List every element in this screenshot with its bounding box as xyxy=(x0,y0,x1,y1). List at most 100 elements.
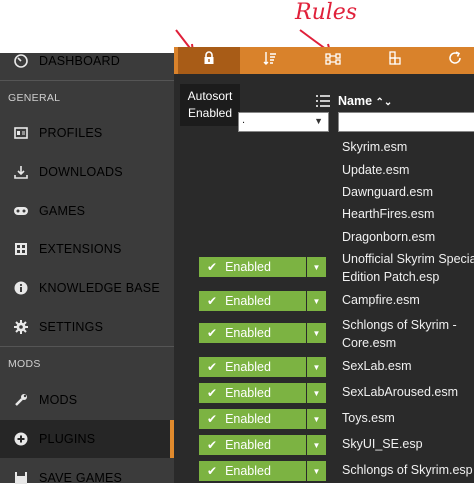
enabled-label: Enabled xyxy=(225,326,271,340)
refresh-icon xyxy=(448,51,462,70)
sidebar-item-label: SETTINGS xyxy=(39,320,104,334)
plugin-name: Dragonborn.esm xyxy=(342,230,436,244)
lock-icon xyxy=(203,51,215,70)
plugin-name: Dawnguard.esm xyxy=(342,185,434,199)
enabled-label: Enabled xyxy=(225,360,271,374)
chevron-down-icon[interactable]: ▼ xyxy=(307,257,326,277)
sidebar-item-label: DOWNLOADS xyxy=(39,165,123,179)
plugin-name: SkyUI_SE.esp xyxy=(342,437,423,451)
check-icon: ✔ xyxy=(207,464,218,478)
enabled-toggle-button[interactable]: ✔ Enabled ▼ xyxy=(199,383,326,403)
plugin-name: SexLabAroused.esm xyxy=(342,385,459,399)
plugin-name: Update.esm xyxy=(342,163,410,177)
status-filter-select[interactable]: . ▼ xyxy=(238,112,329,132)
sidebar-item-knowledge-base[interactable]: KNOWLEDGE BASE xyxy=(0,269,174,307)
name-filter-input[interactable] xyxy=(338,112,474,132)
puzzle-icon xyxy=(389,51,401,70)
list-icon xyxy=(316,95,330,110)
divider xyxy=(0,80,174,81)
sidebar-item-label: MODS xyxy=(39,393,78,407)
sort-icon xyxy=(263,51,277,70)
plugin-name-line2: Edition Patch.esp xyxy=(342,270,440,284)
sidebar-item-profiles[interactable]: PROFILES xyxy=(0,114,174,152)
name-column-header[interactable]: Name ⌃⌄ xyxy=(338,94,392,108)
sidebar-item-downloads[interactable]: DOWNLOADS xyxy=(0,153,174,191)
sidebar-item-label: PROFILES xyxy=(39,126,103,140)
enabled-label: Enabled xyxy=(225,386,271,400)
chevron-down-icon[interactable]: ▼ xyxy=(307,291,326,311)
refresh-button[interactable] xyxy=(440,47,470,74)
puzzle-button[interactable] xyxy=(380,47,410,74)
section-general-label: GENERAL xyxy=(8,92,61,104)
enabled-label: Enabled xyxy=(225,294,271,308)
check-icon: ✔ xyxy=(207,326,218,340)
tooltip-line-2: Enabled xyxy=(187,106,233,120)
sidebar-item-save-games[interactable]: SAVE GAMES xyxy=(0,459,174,497)
sidebar-item-label: KNOWLEDGE BASE xyxy=(39,281,160,295)
name-header-label: Name xyxy=(338,94,373,108)
sidebar-item-plugins[interactable]: PLUGINS xyxy=(0,420,174,458)
check-icon: ✔ xyxy=(207,438,218,452)
sidebar-item-settings[interactable]: SETTINGS xyxy=(0,308,174,346)
gear-icon xyxy=(13,319,29,335)
sidebar-item-dashboard[interactable]: DASHBOARD xyxy=(0,42,174,80)
plugin-name: Campfire.esm xyxy=(342,293,420,307)
enabled-toggle-button[interactable]: ✔ Enabled ▼ xyxy=(199,291,326,311)
enabled-toggle-button[interactable]: ✔ Enabled ▼ xyxy=(199,461,326,481)
plugin-name: HearthFires.esm xyxy=(342,207,435,221)
plugin-name: Schlongs of Skyrim - xyxy=(342,318,457,332)
check-icon: ✔ xyxy=(207,260,218,274)
sidebar-item-extensions[interactable]: EXTENSIONS xyxy=(0,230,174,268)
sort-toggle-icon: ⌃⌄ xyxy=(375,97,393,108)
plugin-name: Toys.esm xyxy=(342,411,395,425)
plugin-name: Unofficial Skyrim Special xyxy=(342,252,474,266)
chevron-down-icon[interactable]: ▼ xyxy=(307,357,326,377)
check-icon: ✔ xyxy=(207,386,218,400)
wrench-icon xyxy=(13,392,29,408)
check-icon: ✔ xyxy=(207,360,218,374)
check-icon: ✔ xyxy=(207,412,218,426)
gamepad-icon xyxy=(13,203,29,219)
chevron-down-icon[interactable]: ▼ xyxy=(307,409,326,429)
sort-button[interactable] xyxy=(255,47,285,74)
sidebar-item-label: EXTENSIONS xyxy=(39,242,122,256)
plus-circle-icon xyxy=(13,431,29,447)
enabled-toggle-button[interactable]: ✔ Enabled ▼ xyxy=(199,357,326,377)
rules-icon xyxy=(325,52,341,70)
chevron-down-icon[interactable]: ▼ xyxy=(307,383,326,403)
info-icon xyxy=(13,280,29,296)
plugin-name-line2: Core.esm xyxy=(342,336,397,350)
autosort-lock-button[interactable] xyxy=(178,47,240,74)
chevron-down-icon[interactable]: ▼ xyxy=(307,461,326,481)
divider xyxy=(0,346,174,347)
check-icon: ✔ xyxy=(207,294,218,308)
enabled-toggle-button[interactable]: ✔ Enabled ▼ xyxy=(199,257,326,277)
sidebar-item-mods[interactable]: MODS xyxy=(0,381,174,419)
enabled-label: Enabled xyxy=(225,438,271,452)
enabled-label: Enabled xyxy=(225,464,271,478)
enabled-label: Enabled xyxy=(225,412,271,426)
enabled-toggle-button[interactable]: ✔ Enabled ▼ xyxy=(199,323,326,343)
section-mods-label: MODS xyxy=(8,358,41,370)
chevron-down-icon[interactable]: ▼ xyxy=(307,435,326,455)
tooltip-line-1: Autosort xyxy=(187,89,233,103)
autosort-tooltip: Autosort Enabled xyxy=(180,84,240,126)
download-icon xyxy=(13,164,29,180)
chevron-down-icon[interactable]: ▼ xyxy=(307,323,326,343)
enabled-toggle-button[interactable]: ✔ Enabled ▼ xyxy=(199,409,326,429)
sidebar-item-label: GAMES xyxy=(39,204,86,218)
extensions-icon xyxy=(13,241,29,257)
dashboard-icon xyxy=(13,53,29,69)
chevron-down-icon: ▼ xyxy=(314,116,323,126)
plugin-name: SexLab.esm xyxy=(342,359,412,373)
profiles-icon xyxy=(13,125,29,141)
status-filter-value: . xyxy=(242,114,246,126)
sidebar-item-games[interactable]: GAMES xyxy=(0,192,174,230)
plugin-name: Schlongs of Skyrim.esp xyxy=(342,463,473,477)
rules-button[interactable] xyxy=(318,47,348,74)
sidebar-item-label: PLUGINS xyxy=(39,432,96,446)
save-icon xyxy=(13,470,29,486)
enabled-toggle-button[interactable]: ✔ Enabled ▼ xyxy=(199,435,326,455)
sidebar-item-label: DASHBOARD xyxy=(39,54,120,68)
enabled-label: Enabled xyxy=(225,260,271,274)
